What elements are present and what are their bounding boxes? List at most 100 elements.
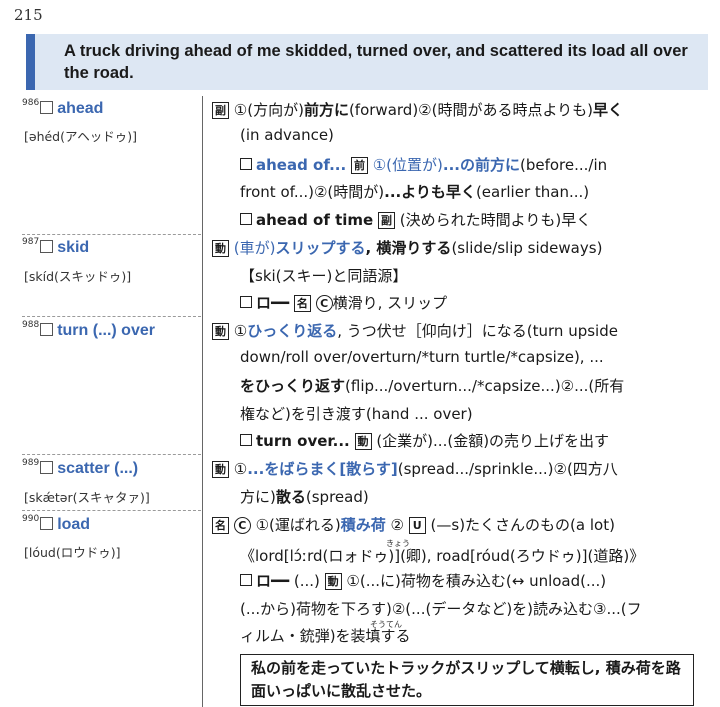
headword: skid <box>57 239 90 256</box>
def-text: (spread.../sprinkle...)②(四方八 <box>397 460 618 478</box>
def-keyword: スリップする <box>275 239 366 257</box>
translation-text: 私の前を走っていたトラックがスリップして横転し, 積み荷を路面いっぱいに散乱させ… <box>251 659 681 700</box>
skid-phrase-1: ロ━━ 名 C 横滑り, スリップ <box>240 292 447 313</box>
def-text: front of...)②(時間が) <box>240 183 385 201</box>
pronunciation: [skíd(スキッドゥ)] <box>24 269 132 284</box>
entry-head-turn-over: 988 turn (...) over <box>22 320 155 340</box>
def-text: (spread) <box>305 488 369 506</box>
checkbox-icon[interactable] <box>240 296 252 308</box>
entry-number: 989 <box>22 458 40 468</box>
def-keyword: ...よりも早く <box>384 183 476 201</box>
def-text: ①(方向が) <box>233 101 304 119</box>
pos-tag: 動 <box>212 240 229 257</box>
def-text: (before.../in <box>520 156 608 174</box>
def-text: (—s)たくさんのもの(a lot) <box>430 516 615 534</box>
page-number: 215 <box>14 6 43 24</box>
pos-tag: 副 <box>212 102 229 119</box>
def-text: 横滑り, スリップ <box>332 294 448 312</box>
entry-head-scatter: 989 scatter (...) <box>22 458 138 478</box>
column-divider <box>202 96 203 707</box>
entry-number: 986 <box>22 98 40 108</box>
headline-sentence: A truck driving ahead of me skidded, tur… <box>64 42 688 82</box>
pos-tag: 動 <box>212 461 229 478</box>
load-def-line-4: (...から)荷物を下ろす)②(...(データなど)を)読み込む③...(フ <box>240 600 642 618</box>
def-text: (earlier than...) <box>475 183 590 201</box>
ahead-def-line-4: front of...)②(時間が)...よりも早く(earlier than.… <box>240 181 589 202</box>
turnover-def-line-2: down/roll over/overturn/*turn turtle/*ca… <box>240 348 604 366</box>
def-text: (slide/slip sideways) <box>451 239 603 257</box>
entry-head-skid: 987 skid <box>22 237 89 257</box>
entry-number: 990 <box>22 514 40 524</box>
def-text: ① <box>233 322 248 340</box>
entry-separator <box>22 510 201 511</box>
ahead-def-line-1: 副 ①(方向が)前方に(forward)②(時間がある時点よりも)早く <box>212 99 623 120</box>
def-text: (企業が)...(金額)の売り上げを出す <box>376 432 610 450</box>
checkbox-icon[interactable] <box>240 434 252 446</box>
def-text: ①(位置が) <box>372 156 443 174</box>
checkbox-icon[interactable] <box>40 101 54 114</box>
def-text: 方に) <box>240 488 276 506</box>
skid-def-line-1: 動 (車が)スリップする, 横滑りする(slide/slip sideways) <box>212 237 602 258</box>
load-def-line-5: ィルム・銃弾)を装填する <box>240 627 411 645</box>
checkbox-icon[interactable] <box>40 461 54 474</box>
countable-tag: C <box>233 517 251 534</box>
phrase-word: turn over... <box>256 432 350 450</box>
def-text: ①(...に)荷物を積み込む(↔ unload(...) <box>346 572 607 590</box>
load-phrase-1: ロ━━ (...) 動 ①(...に)荷物を積み込む(↔ unload(...) <box>240 570 606 591</box>
scatter-def-line-2: 方に)散る(spread) <box>240 486 369 507</box>
def-keyword: , 横滑りする <box>365 239 452 257</box>
def-keyword: 積み荷 <box>340 516 386 534</box>
countable-tag: C <box>315 295 333 312</box>
turnover-def-line-4: 権など)を引き渡す(hand ... over) <box>240 405 473 423</box>
scatter-def-line-1: 動 ①...をばらまく[散らす](spread.../sprinkle...)②… <box>212 458 618 479</box>
entry-separator <box>22 454 201 455</box>
headword: turn (...) over <box>57 322 155 339</box>
checkbox-icon[interactable] <box>240 213 252 225</box>
ahead-phrase-1: ahead of... 前 ①(位置が)...の前方に(before.../in <box>240 154 607 175</box>
checkbox-icon[interactable] <box>40 323 54 336</box>
def-text: ①(運ばれる) <box>255 516 341 534</box>
def-keyword: 前方に <box>303 101 349 119</box>
entry-number: 987 <box>22 237 40 247</box>
def-text: , うつ伏せ［仰向け］になる(turn upside <box>337 322 618 340</box>
def-text: (...) <box>293 572 320 590</box>
checkbox-icon[interactable] <box>240 158 252 170</box>
entry-head-ahead: 986 ahead <box>22 98 103 118</box>
def-text: (forward)②(時間がある時点よりも) <box>348 101 594 119</box>
entry-separator <box>22 234 201 235</box>
translation-box: 私の前を走っていたトラックがスリップして横転し, 積み荷を路面いっぱいに散乱させ… <box>240 654 694 706</box>
def-keyword: ...の前方に <box>442 156 520 174</box>
turnover-def-line-1: 動 ①ひっくり返る, うつ伏せ［仰向け］になる(turn upside <box>212 320 618 341</box>
uncountable-tag: U <box>408 517 426 534</box>
pronunciation: [lóud(ロウドゥ)] <box>24 545 121 560</box>
def-keyword: ひっくり返る <box>247 322 338 340</box>
phrase-word: ロ━━ <box>256 294 290 312</box>
turnover-def-line-3: をひっくり返す(flip.../overturn.../*capsize...)… <box>240 375 624 396</box>
headword: load <box>57 516 91 533</box>
pos-tag: 動 <box>324 573 342 590</box>
def-keyword: をひっくり返す <box>240 377 346 395</box>
load-def-line-1: 名 C ①(運ばれる)積み荷 ② U (—s)たくさんのもの(a lot) <box>212 514 615 535</box>
pos-tag: 名 <box>293 295 311 312</box>
checkbox-icon[interactable] <box>40 517 54 530</box>
entry-number: 988 <box>22 320 40 330</box>
def-keyword: 早く <box>593 101 624 119</box>
def-text: (車が) <box>233 239 276 257</box>
checkbox-icon[interactable] <box>240 574 252 586</box>
pos-tag: 動 <box>212 323 229 340</box>
headword: scatter (...) <box>57 460 139 477</box>
def-keyword: 散る <box>275 488 306 506</box>
checkbox-icon[interactable] <box>40 240 54 253</box>
def-text: ① <box>233 460 248 478</box>
pronunciation: [əhéd(アヘッドゥ)] <box>24 129 137 144</box>
phrase-word: ahead of... <box>256 156 347 174</box>
load-homophones: 《lord[lɔ́ːrd(ロォドゥ)](卿), road[róud(ろウドゥ)]… <box>240 547 645 565</box>
phrase-word: ahead of time <box>256 211 374 229</box>
def-text: ② <box>390 516 404 534</box>
entry-head-load: 990 load <box>22 514 90 534</box>
ahead-def-line-2: (in advance) <box>240 126 334 144</box>
pos-tag: 動 <box>354 433 372 450</box>
headword: ahead <box>57 100 104 117</box>
skid-etymology: 【ski(スキー)と同語源】 <box>240 267 408 285</box>
turnover-phrase-1: turn over... 動 (企業が)...(金額)の売り上げを出す <box>240 430 609 451</box>
